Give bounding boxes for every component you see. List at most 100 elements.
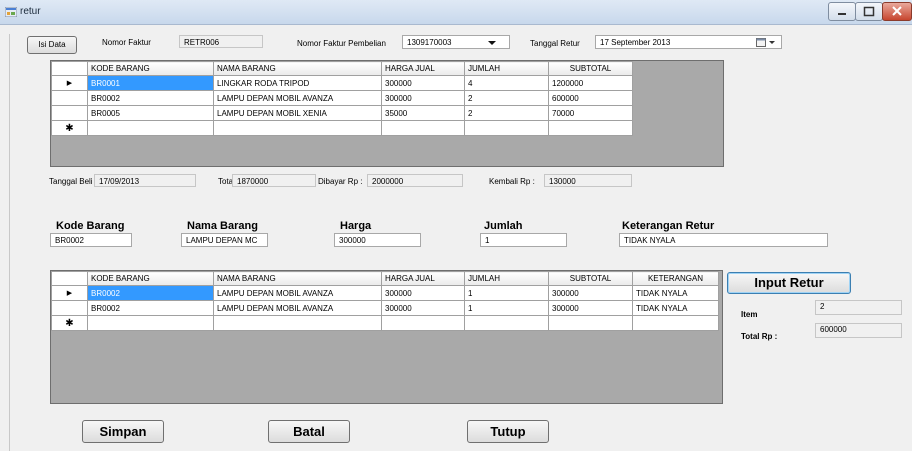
table-row[interactable]: BR0005 LAMPU DEPAN MOBIL XENIA 35000 2 7… <box>51 105 633 121</box>
table-cell[interactable]: BR0005 <box>87 105 214 121</box>
column-header[interactable]: NAMA BARANG <box>213 61 382 76</box>
table-cell[interactable]: BR0001 <box>87 75 214 91</box>
table-cell[interactable]: 600000 <box>548 90 633 106</box>
table-cell[interactable]: LINGKAR RODA TRIPOD <box>213 75 382 91</box>
purchase-table: KODE BARANG NAMA BARANG HARGA JUAL JUMLA… <box>51 61 633 136</box>
table-cell[interactable] <box>464 120 549 136</box>
input-retur-button[interactable]: Input Retur <box>727 272 851 294</box>
nomor-faktur-label: Nomor Faktur <box>102 38 151 47</box>
table-cell[interactable]: LAMPU DEPAN MOBIL AVANZA <box>213 285 382 301</box>
table-cell[interactable]: 2 <box>464 105 549 121</box>
table-cell[interactable]: 1 <box>464 300 549 316</box>
nomor-faktur-pembelian-value: 1309170003 <box>407 38 452 47</box>
table-cell[interactable] <box>381 315 465 331</box>
table-cell[interactable] <box>213 120 382 136</box>
maximize-button[interactable] <box>855 2 883 21</box>
batal-button[interactable]: Batal <box>268 420 350 443</box>
column-header[interactable]: HARGA JUAL <box>381 271 465 286</box>
retur-header-row: KODE BARANG NAMA BARANG HARGA JUAL JUMLA… <box>51 271 719 286</box>
column-header[interactable]: KODE BARANG <box>87 271 214 286</box>
retur-grid[interactable]: KODE BARANG NAMA BARANG HARGA JUAL JUMLA… <box>50 270 723 404</box>
column-header[interactable]: JUMLAH <box>464 61 549 76</box>
table-cell[interactable] <box>464 315 549 331</box>
table-cell[interactable] <box>87 315 214 331</box>
table-cell[interactable]: TIDAK NYALA <box>632 285 719 301</box>
maximize-icon <box>863 6 875 17</box>
table-cell[interactable]: 300000 <box>381 75 465 91</box>
new-row[interactable]: ✱ <box>51 315 719 331</box>
table-cell[interactable]: LAMPU DEPAN MOBIL AVANZA <box>213 300 382 316</box>
current-row-indicator-icon[interactable]: ▶ <box>51 75 88 91</box>
keterangan-retur-input[interactable]: TIDAK NYALA <box>619 233 828 247</box>
nomor-faktur-pembelian-select[interactable]: 1309170003 <box>402 35 510 49</box>
table-cell[interactable]: 70000 <box>548 105 633 121</box>
current-row-indicator-icon[interactable]: ▶ <box>51 285 88 301</box>
column-header[interactable]: HARGA JUAL <box>381 61 465 76</box>
jumlah-input[interactable]: 1 <box>480 233 567 247</box>
harga-label: Harga <box>340 220 372 232</box>
nama-barang-label: Nama Barang <box>187 220 258 232</box>
table-row[interactable]: ▶ BR0002 LAMPU DEPAN MOBIL AVANZA 300000… <box>51 285 719 301</box>
row-header[interactable] <box>51 105 88 121</box>
total-field[interactable]: 1870000 <box>232 174 316 187</box>
minimize-button[interactable] <box>828 2 856 21</box>
new-row-icon[interactable]: ✱ <box>51 315 88 331</box>
table-cell[interactable] <box>548 315 633 331</box>
column-header[interactable]: KETERANGAN <box>632 271 719 286</box>
harga-input[interactable]: 300000 <box>334 233 421 247</box>
table-cell[interactable]: 300000 <box>548 300 633 316</box>
table-cell[interactable]: 2 <box>464 90 549 106</box>
dibayar-field[interactable]: 2000000 <box>367 174 463 187</box>
new-row-icon[interactable]: ✱ <box>51 120 88 136</box>
simpan-button[interactable]: Simpan <box>82 420 164 443</box>
tanggal-retur-picker[interactable]: 17 September 2013 <box>595 35 782 49</box>
retur-window: retur Isi Data Nomor Faktur RETR006 Nomo… <box>0 0 912 451</box>
minimize-icon <box>838 13 846 15</box>
table-cell[interactable] <box>87 120 214 136</box>
new-row[interactable]: ✱ <box>51 120 633 136</box>
table-cell[interactable]: 300000 <box>381 90 465 106</box>
table-cell[interactable]: 1200000 <box>548 75 633 91</box>
calendar-icon[interactable] <box>756 37 776 47</box>
tanggal-beli-field[interactable]: 17/09/2013 <box>94 174 196 187</box>
tutup-button[interactable]: Tutup <box>467 420 549 443</box>
row-header[interactable] <box>51 300 88 316</box>
table-cell[interactable]: BR0002 <box>87 90 214 106</box>
purchase-grid[interactable]: KODE BARANG NAMA BARANG HARGA JUAL JUMLA… <box>50 60 724 167</box>
close-button[interactable] <box>882 2 912 21</box>
table-cell[interactable] <box>213 315 382 331</box>
nama-barang-input[interactable]: LAMPU DEPAN MC <box>181 233 268 247</box>
nomor-faktur-field[interactable]: RETR006 <box>179 35 263 48</box>
column-header[interactable]: NAMA BARANG <box>213 271 382 286</box>
kode-barang-input[interactable]: BR0002 <box>50 233 132 247</box>
window-title: retur <box>20 6 41 17</box>
row-header[interactable] <box>51 90 88 106</box>
table-cell[interactable]: 300000 <box>381 285 465 301</box>
table-cell[interactable]: TIDAK NYALA <box>632 300 719 316</box>
kembali-field[interactable]: 130000 <box>544 174 632 187</box>
isi-data-button[interactable]: Isi Data <box>27 36 77 54</box>
table-cell[interactable] <box>548 120 633 136</box>
table-cell[interactable]: 1 <box>464 285 549 301</box>
table-cell[interactable] <box>381 120 465 136</box>
column-header[interactable]: JUMLAH <box>464 271 549 286</box>
table-cell[interactable]: LAMPU DEPAN MOBIL AVANZA <box>213 90 382 106</box>
table-cell[interactable]: 300000 <box>381 300 465 316</box>
table-cell[interactable]: LAMPU DEPAN MOBIL XENIA <box>213 105 382 121</box>
chevron-down-icon <box>488 41 496 45</box>
table-cell[interactable]: BR0002 <box>87 285 214 301</box>
table-row[interactable]: BR0002 LAMPU DEPAN MOBIL AVANZA 300000 2… <box>51 90 633 106</box>
table-cell[interactable]: 35000 <box>381 105 465 121</box>
table-row[interactable]: ▶ BR0001 LINGKAR RODA TRIPOD 300000 4 12… <box>51 75 633 91</box>
title-bar[interactable]: retur <box>0 0 912 25</box>
table-cell[interactable]: BR0002 <box>87 300 214 316</box>
column-header[interactable]: SUBTOTAL <box>548 61 633 76</box>
table-row[interactable]: BR0002 LAMPU DEPAN MOBIL AVANZA 300000 1… <box>51 300 719 316</box>
column-header[interactable]: SUBTOTAL <box>548 271 633 286</box>
item-field[interactable]: 2 <box>815 300 902 315</box>
column-header[interactable]: KODE BARANG <box>87 61 214 76</box>
total-rp-field[interactable]: 600000 <box>815 323 902 338</box>
table-cell[interactable] <box>632 315 719 331</box>
table-cell[interactable]: 300000 <box>548 285 633 301</box>
table-cell[interactable]: 4 <box>464 75 549 91</box>
